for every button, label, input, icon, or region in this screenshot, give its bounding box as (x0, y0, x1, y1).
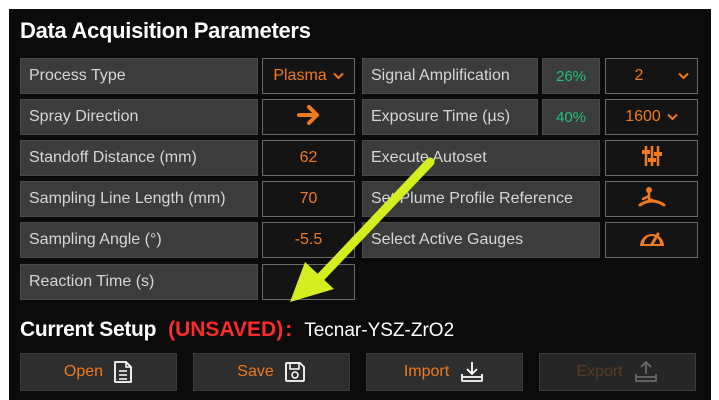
document-icon (113, 360, 133, 384)
import-button[interactable]: Import (366, 353, 523, 391)
export-tray-icon (633, 360, 659, 384)
sampling-angle-input[interactable]: -5.5 (262, 222, 355, 258)
import-tray-icon (459, 360, 485, 384)
chevron-down-icon (678, 72, 689, 80)
process-type-value: Plasma (273, 67, 327, 84)
current-setup-label: Current Setup (20, 318, 157, 341)
execute-autoset-button[interactable] (605, 140, 698, 176)
export-button[interactable]: Export (539, 353, 696, 391)
signal-amplification-dropdown[interactable]: 2 (605, 58, 698, 94)
execute-autoset-label: Execute Autoset (362, 140, 600, 176)
exposure-time-percent: 40% (542, 99, 600, 135)
signal-amplification-value: 2 (634, 67, 644, 84)
select-active-gauges-button[interactable] (605, 222, 698, 258)
current-setup-bar: Current Setup (UNSAVED) : Tecnar-YSZ-ZrO… (20, 318, 454, 344)
spray-direction-label: Spray Direction (20, 99, 258, 135)
plume-profile-icon (637, 185, 667, 214)
setup-name: Tecnar-YSZ-ZrO2 (304, 320, 455, 341)
gauge-icon (637, 226, 667, 255)
process-type-label: Process Type (20, 58, 258, 94)
sampling-line-length-input[interactable]: 70 (262, 181, 355, 217)
standoff-distance-label: Standoff Distance (mm) (20, 140, 258, 176)
save-button-label: Save (237, 363, 274, 380)
sampling-angle-label: Sampling Angle (°) (20, 222, 258, 258)
process-type-dropdown[interactable]: Plasma (262, 58, 355, 94)
unsaved-status: (UNSAVED) (168, 318, 284, 341)
spray-direction-button[interactable] (262, 99, 355, 135)
chevron-down-icon (667, 113, 678, 121)
save-button[interactable]: Save (193, 353, 350, 391)
chevron-down-icon (332, 72, 344, 80)
signal-amplification-label: Signal Amplification (362, 58, 538, 94)
reaction-time-input[interactable] (262, 264, 355, 300)
sampling-line-length-label: Sampling Line Length (mm) (20, 181, 258, 217)
set-plume-profile-reference-label: Set Plume Profile Reference (362, 181, 600, 217)
export-button-label: Export (576, 363, 623, 380)
setup-colon: : (285, 318, 293, 341)
autoset-sliders-icon (639, 144, 665, 173)
select-active-gauges-label: Select Active Gauges (362, 222, 600, 258)
floppy-disk-icon (284, 361, 306, 383)
import-button-label: Import (403, 363, 450, 380)
open-button[interactable]: Open (20, 353, 177, 391)
signal-amplification-percent: 26% (542, 58, 600, 94)
set-plume-profile-reference-button[interactable] (605, 181, 698, 217)
exposure-time-value: 1600 (625, 108, 661, 125)
exposure-time-label: Exposure Time (µs) (362, 99, 538, 135)
reaction-time-label: Reaction Time (s) (20, 264, 258, 300)
arrow-right-icon (296, 104, 322, 131)
exposure-time-dropdown[interactable]: 1600 (605, 99, 698, 135)
standoff-distance-input[interactable]: 62 (262, 140, 355, 176)
panel-title: Data Acquisition Parameters (20, 18, 311, 43)
open-button-label: Open (63, 363, 104, 380)
